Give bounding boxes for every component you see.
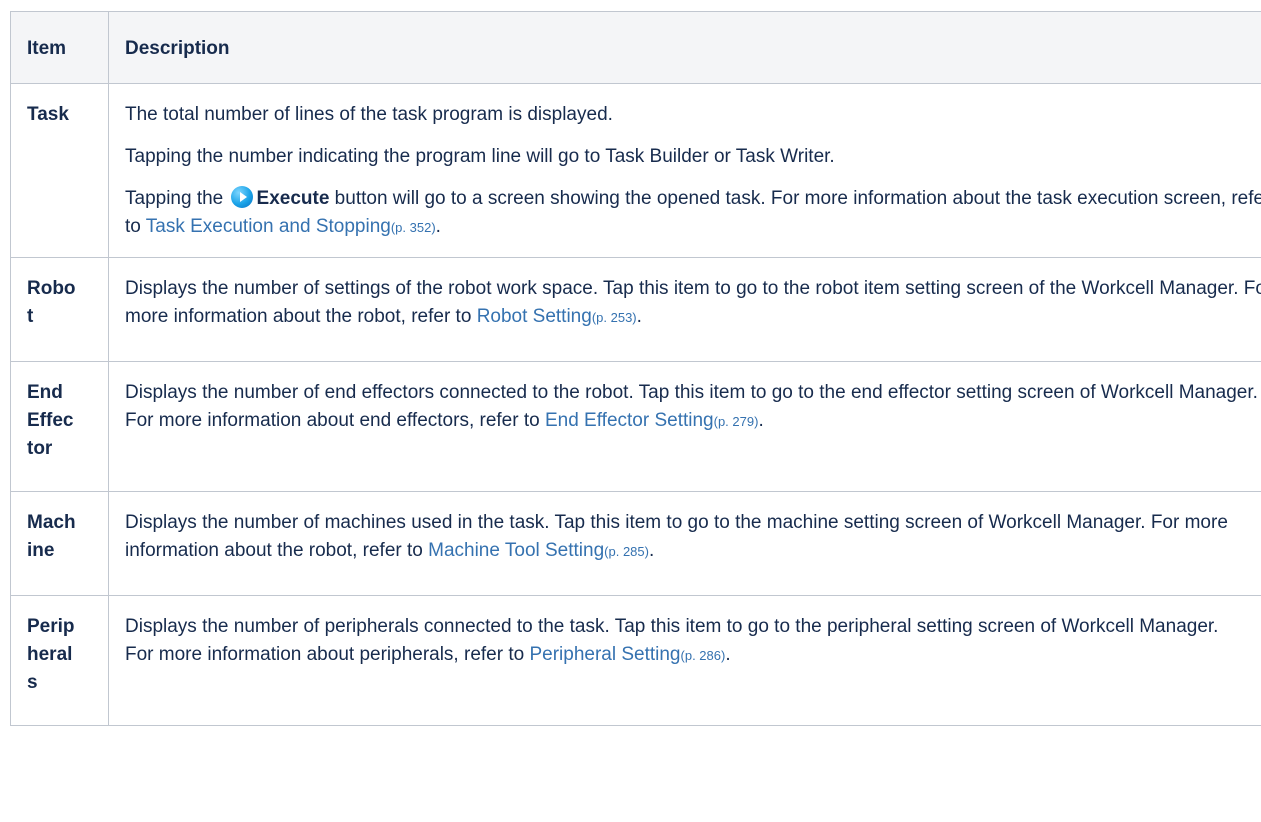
description-fragment: Displays the number of machines used in … xyxy=(125,512,1228,561)
description-text: Displays the number of peripherals conne… xyxy=(125,613,1261,670)
item-label: Task xyxy=(27,104,69,125)
item-cell: Task xyxy=(10,83,109,258)
table-row: Task The total number of lines of the ta… xyxy=(10,83,1261,258)
period: . xyxy=(435,216,441,237)
link-peripheral-setting[interactable]: Peripheral Setting xyxy=(529,644,680,665)
item-label: Mach ine xyxy=(27,512,76,561)
item-cell: End Effec tor xyxy=(10,361,109,492)
period: . xyxy=(636,306,642,327)
period: . xyxy=(648,540,655,561)
link-machine-tool-setting[interactable]: Machine Tool Setting xyxy=(428,540,604,561)
page-ref[interactable]: (p. 279) xyxy=(714,414,759,429)
description-cell: Displays the number of peripherals conne… xyxy=(108,595,1261,726)
table-row: Mach ine Displays the number of machines… xyxy=(10,491,1261,596)
description-cell: Displays the number of end effectors con… xyxy=(108,361,1261,492)
description-text: Displays the number of settings of the r… xyxy=(125,275,1261,332)
item-label: Perip heral s xyxy=(27,616,75,693)
description-cell: Displays the number of settings of the r… xyxy=(108,257,1261,362)
page-ref[interactable]: (p. 285) xyxy=(604,544,649,559)
item-cell: Perip heral s xyxy=(10,595,109,726)
description-cell: The total number of lines of the task pr… xyxy=(108,83,1261,258)
description-text: Tapping the number indicating the progra… xyxy=(125,146,835,167)
header-description: Description xyxy=(108,11,1261,84)
table-row: End Effec tor Displays the number of end… xyxy=(10,361,1261,492)
description-text: The total number of lines of the task pr… xyxy=(125,104,613,125)
page-ref[interactable]: (p. 286) xyxy=(681,648,726,663)
table-row: Robo t Displays the number of settings o… xyxy=(10,257,1261,362)
description-cell: Displays the number of machines used in … xyxy=(108,491,1261,596)
link-end-effector-setting[interactable]: End Effector Setting xyxy=(545,410,714,431)
item-cell: Robo t xyxy=(10,257,109,362)
period: . xyxy=(725,644,731,665)
page-ref[interactable]: (p. 253) xyxy=(592,310,637,325)
execute-label: Execute xyxy=(256,188,330,209)
page-ref[interactable]: (p. 352) xyxy=(391,220,436,235)
item-description-table: Item Description Task The total number o… xyxy=(10,11,1261,726)
header-item: Item xyxy=(10,11,109,84)
item-label: Robo t xyxy=(27,278,76,327)
table-header-row: Item Description xyxy=(10,11,1261,84)
link-robot-setting[interactable]: Robot Setting xyxy=(477,306,592,327)
period: . xyxy=(758,410,764,431)
item-cell: Mach ine xyxy=(10,491,109,596)
table-row: Perip heral s Displays the number of per… xyxy=(10,595,1261,726)
description-text: Displays the number of end effectors con… xyxy=(125,379,1261,436)
description-text: Displays the number of machines used in … xyxy=(125,509,1261,566)
link-task-execution[interactable]: Task Execution and Stopping xyxy=(146,216,391,237)
description-text: Tapping the Execute button will go to a … xyxy=(125,185,1261,242)
description-fragment: Tapping the xyxy=(125,188,224,209)
description-fragment: Displays the number of settings of the r… xyxy=(125,278,1261,327)
play-circle-icon xyxy=(230,186,253,208)
item-label: End Effec tor xyxy=(27,382,74,459)
